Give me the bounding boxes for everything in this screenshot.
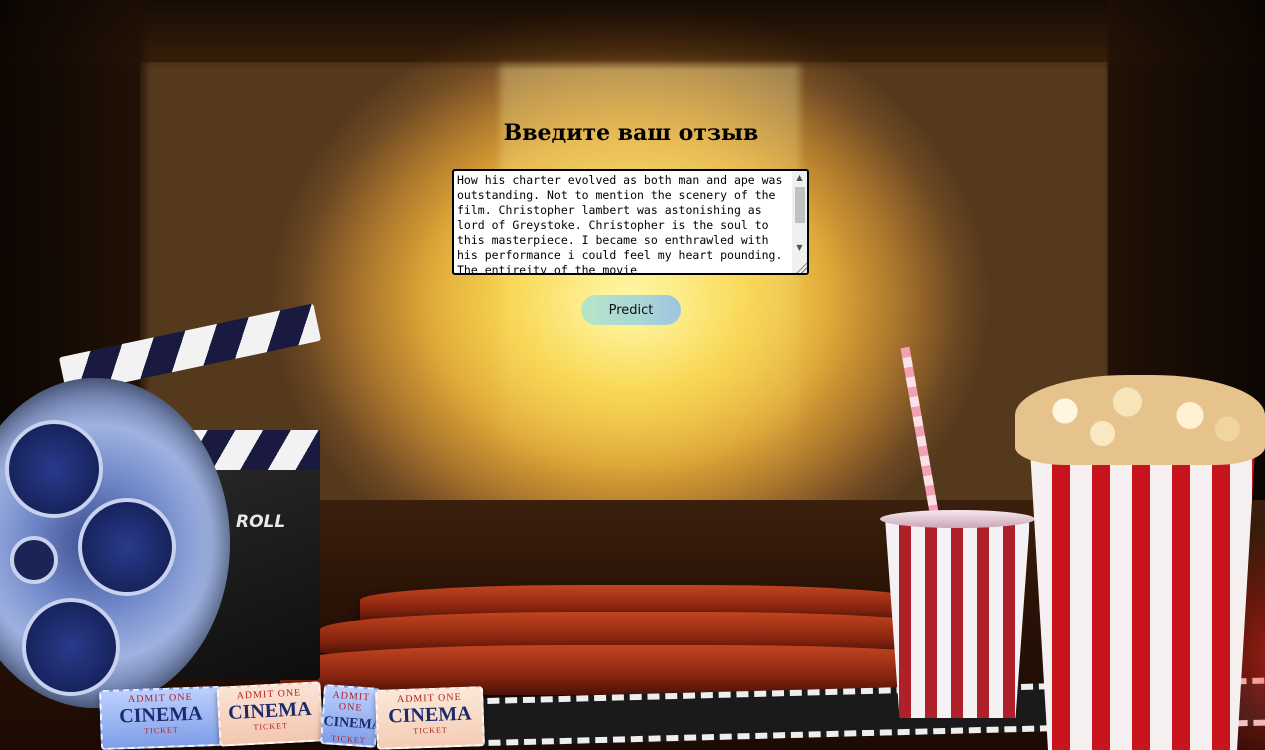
cinema-ticket: ADMIT ONE CINEMA TICKET: [319, 684, 381, 748]
popcorn-box-icon: [1030, 450, 1255, 750]
ticket-title: CINEMA: [118, 702, 203, 728]
popcorn-pile: [1015, 375, 1265, 465]
reel-hole: [22, 598, 120, 696]
resize-grip-icon[interactable]: [795, 261, 807, 273]
clapperboard-label: ROLL: [236, 512, 286, 532]
drink-cup-icon: [885, 518, 1030, 718]
scroll-thumb[interactable]: [795, 187, 805, 223]
ticket-title: CINEMA: [387, 702, 472, 728]
predict-button[interactable]: Predict: [581, 295, 681, 325]
reel-hole: [5, 420, 103, 518]
reel-hole: [78, 498, 176, 596]
review-scrollbar[interactable]: ▲ ▼: [792, 171, 807, 273]
reel-hub: [10, 536, 58, 584]
review-textarea[interactable]: How his charter evolved as both man and …: [452, 169, 809, 275]
scroll-down-arrow-icon[interactable]: ▼: [792, 241, 807, 255]
cinema-ticket: ADMIT ONE CINEMA TICKET: [216, 681, 324, 747]
cinema-ticket: ADMIT ONE CINEMA TICKET: [374, 686, 486, 750]
cinema-ticket: ADMIT ONE CINEMA TICKET: [98, 685, 224, 750]
page-title: Введите ваш отзыв: [503, 120, 759, 146]
scroll-up-arrow-icon[interactable]: ▲: [792, 171, 807, 185]
drink-cup-lid: [880, 510, 1035, 528]
review-text[interactable]: How his charter evolved as both man and …: [457, 173, 790, 273]
cinema-background: ROLL ADMIT ONE CINEMA TICKET ADMIT ONE C…: [0, 0, 1265, 750]
